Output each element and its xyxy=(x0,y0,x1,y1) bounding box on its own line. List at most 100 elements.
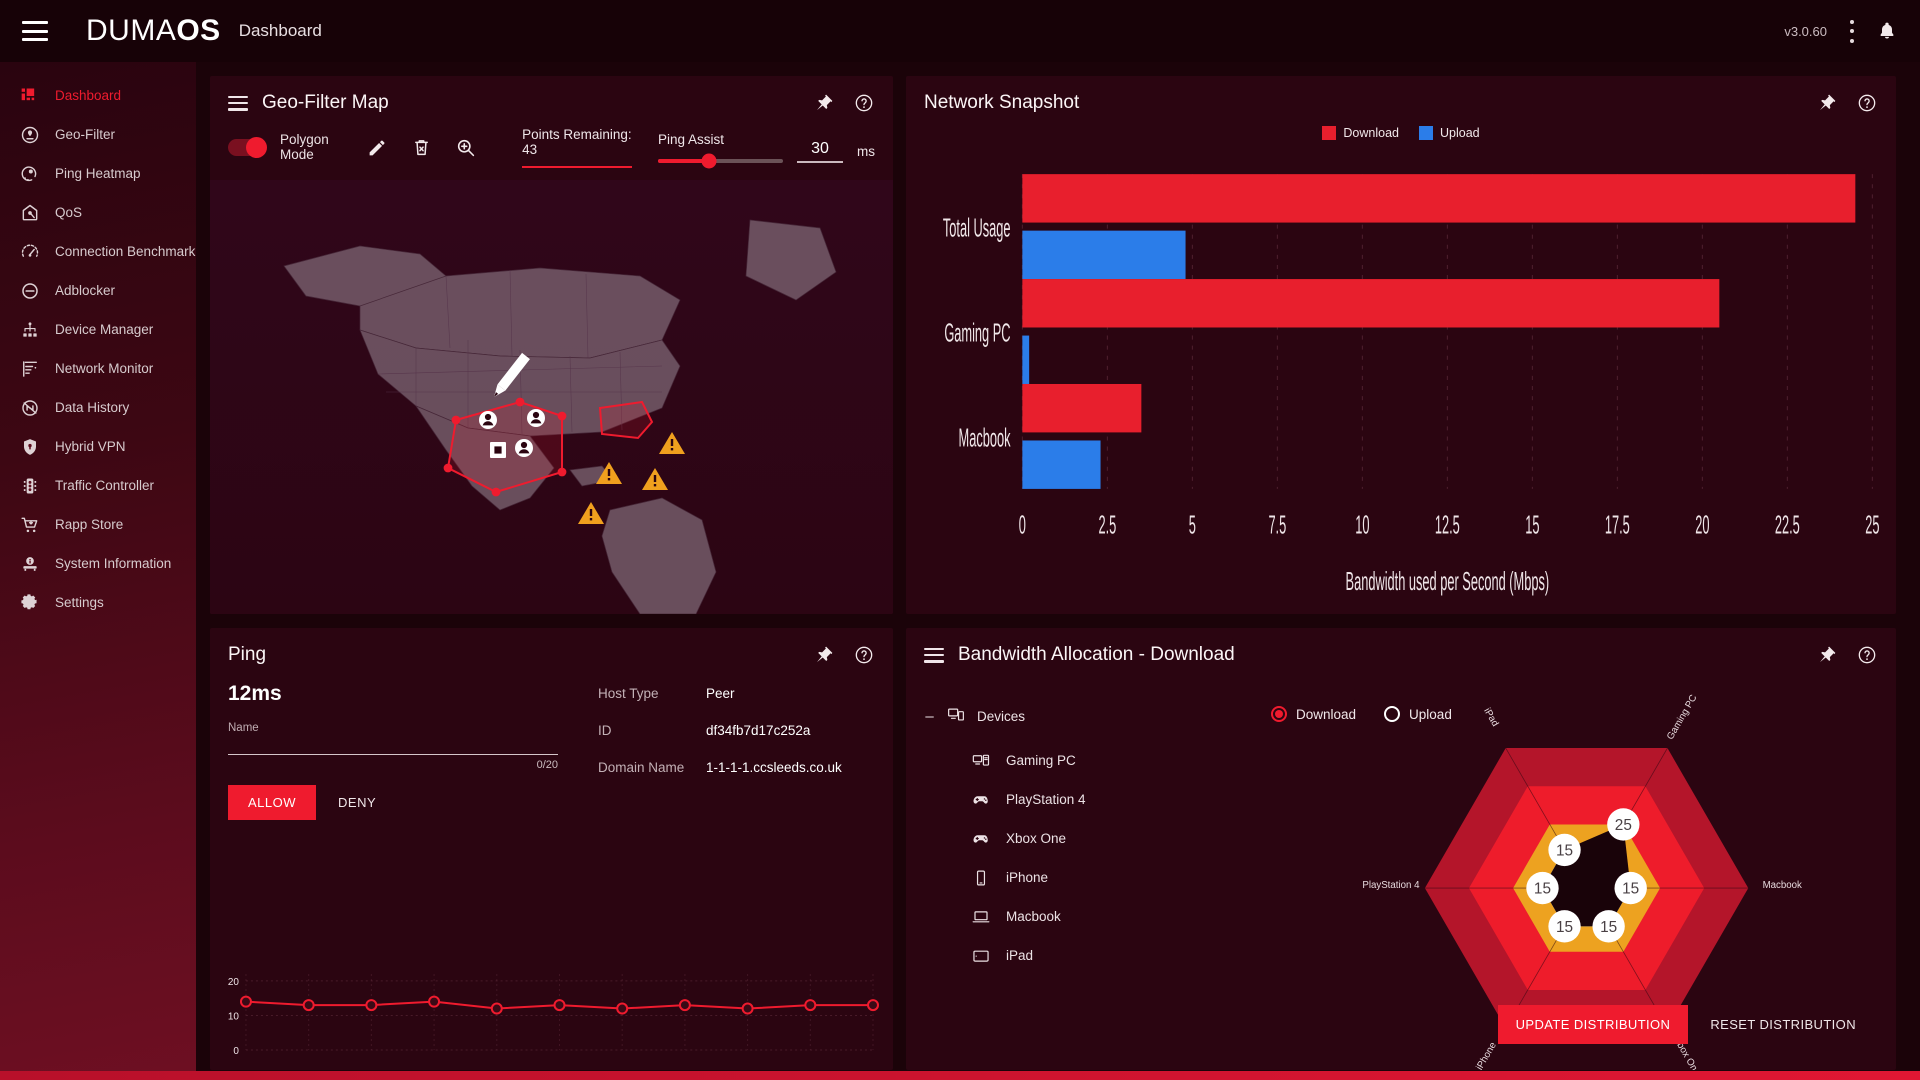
points-remaining-rule xyxy=(522,165,632,168)
deny-button[interactable]: DENY xyxy=(324,785,390,820)
sidebar-item-geo-filter[interactable]: Geo-Filter xyxy=(0,115,196,154)
devices-icon xyxy=(946,706,966,727)
pencil-icon[interactable] xyxy=(366,136,388,158)
bandwidth-action-buttons: UPDATE DISTRIBUTION RESET DISTRIBUTION xyxy=(1497,1005,1868,1044)
bandwidth-allocation-panel: Bandwidth Allocation - Download – Device… xyxy=(906,628,1896,1070)
sidebar-item-qos[interactable]: QoS xyxy=(0,193,196,232)
help-circle-icon[interactable] xyxy=(1856,644,1878,666)
ping-panel: Ping 12ms Name 0/20 ALLOW DENY Host Type… xyxy=(210,628,893,1070)
body-row: Dashboard Geo-Filter Ping Heatmap QoS Co… xyxy=(0,62,1920,1080)
sidebar-item-device-manager[interactable]: Device Manager xyxy=(0,310,196,349)
sidebar-item-hybrid-vpn[interactable]: Hybrid VPN xyxy=(0,427,196,466)
sidebar-item-rapp-store[interactable]: Rapp Store xyxy=(0,505,196,544)
svg-text:0: 0 xyxy=(1019,510,1026,539)
sidebar-item-label: Device Manager xyxy=(55,322,154,337)
update-distribution-button[interactable]: UPDATE DISTRIBUTION xyxy=(1497,1005,1689,1044)
sidebar-item-adblocker[interactable]: Adblocker xyxy=(0,271,196,310)
svg-text:10: 10 xyxy=(228,1011,240,1022)
ping-detail-id: ID df34fb7d17c252a xyxy=(598,723,875,738)
ping-body: 12ms Name 0/20 ALLOW DENY Host Type Peer xyxy=(210,676,893,820)
points-remaining-block: Points Remaining: 43 xyxy=(522,127,632,168)
device-row-ipad[interactable]: iPad xyxy=(924,936,1261,975)
data-history-icon xyxy=(19,397,41,419)
panel-title: Bandwidth Allocation - Download xyxy=(958,644,1235,665)
devices-root-row[interactable]: – Devices xyxy=(924,706,1261,727)
svg-text:5: 5 xyxy=(1189,510,1196,539)
top-bar: DUMAOS Dashboard v3.0.60 xyxy=(0,0,1920,62)
network-snapshot-header-actions xyxy=(1816,92,1878,114)
geofilter-icon xyxy=(19,124,41,146)
device-row-playstation-4[interactable]: PlayStation 4 xyxy=(924,780,1261,819)
sidebar-item-settings[interactable]: Settings xyxy=(0,583,196,622)
sidebar-item-label: Adblocker xyxy=(55,283,116,298)
collapse-toggle[interactable]: – xyxy=(924,709,935,724)
allow-button[interactable]: ALLOW xyxy=(228,785,317,820)
notification-bell-icon[interactable] xyxy=(1876,20,1898,42)
panel-title: Network Snapshot xyxy=(924,92,1080,113)
sidebar-item-dashboard[interactable]: Dashboard xyxy=(0,76,196,115)
ping-detail-host-type: Host Type Peer xyxy=(598,686,875,701)
help-circle-icon[interactable] xyxy=(1856,92,1878,114)
ping-assist-slider-thumb[interactable] xyxy=(701,153,717,168)
gamepad-icon xyxy=(970,791,992,809)
svg-text:25: 25 xyxy=(1615,817,1632,834)
bandwidth-header-actions xyxy=(1816,644,1878,666)
ping-assist-block: Ping Assist 30 ms xyxy=(658,132,875,168)
sidebar-item-data-history[interactable]: Data History xyxy=(0,388,196,427)
ping-name-counter: 0/20 xyxy=(536,759,558,771)
device-label: Macbook xyxy=(1006,909,1061,924)
svg-text:iPad: iPad xyxy=(1481,706,1500,728)
hamburger-icon[interactable] xyxy=(22,21,48,41)
bandwidth-right: Download Upload Gaming PC Macbook Xbox One… xyxy=(1261,690,1896,1070)
device-row-iphone[interactable]: iPhone xyxy=(924,858,1261,897)
sidebar-item-label: System Information xyxy=(55,556,172,571)
help-circle-icon[interactable] xyxy=(853,92,875,114)
ping-heatmap-icon xyxy=(19,163,41,185)
hamburger-icon[interactable] xyxy=(228,95,248,111)
polygon-mode-toggle[interactable] xyxy=(228,136,267,158)
sidebar-item-label: Traffic Controller xyxy=(55,478,155,493)
device-label: Xbox One xyxy=(1006,831,1067,846)
ping-assist-value[interactable]: 30 xyxy=(797,140,843,163)
ping-name-input[interactable] xyxy=(228,754,558,755)
svg-text:Total Usage: Total Usage xyxy=(943,214,1011,243)
ping-assist-slider[interactable] xyxy=(658,153,783,168)
sidebar-item-label: Network Monitor xyxy=(55,361,154,376)
pin-icon[interactable] xyxy=(813,644,835,666)
sidebar-item-network-monitor[interactable]: Network Monitor xyxy=(0,349,196,388)
sidebar-item-connection-benchmark[interactable]: Connection Benchmark xyxy=(0,232,196,271)
pin-icon[interactable] xyxy=(1816,644,1838,666)
svg-text:Macbook: Macbook xyxy=(959,424,1011,453)
kebab-menu-icon[interactable] xyxy=(1849,19,1854,43)
svg-text:15: 15 xyxy=(1525,510,1539,539)
magnifier-plus-icon[interactable] xyxy=(454,136,476,158)
pin-icon[interactable] xyxy=(813,92,835,114)
geo-filter-map-canvas[interactable] xyxy=(210,180,893,614)
geo-filter-header: Geo-Filter Map xyxy=(210,76,893,124)
points-remaining-label: Points Remaining: 43 xyxy=(522,126,632,157)
svg-text:Macbook: Macbook xyxy=(1763,880,1802,891)
qos-icon xyxy=(19,202,41,224)
hamburger-icon[interactable] xyxy=(924,647,944,663)
sidebar-item-system-information[interactable]: System Information xyxy=(0,544,196,583)
legend-item-upload: Upload xyxy=(1418,126,1480,140)
desktop-pc-icon xyxy=(970,752,992,770)
detail-label: ID xyxy=(598,723,612,738)
sidebar-item-traffic-controller[interactable]: Traffic Controller xyxy=(0,466,196,505)
tablet-icon xyxy=(970,947,992,965)
device-row-macbook[interactable]: Macbook xyxy=(924,897,1261,936)
trash-delete-icon[interactable] xyxy=(410,136,432,158)
brand-logo: DUMAOS xyxy=(86,14,221,48)
device-row-xbox-one[interactable]: Xbox One xyxy=(924,819,1261,858)
traffic-light-icon xyxy=(19,475,41,497)
shopping-cart-icon xyxy=(19,514,41,536)
sidebar-item-ping-heatmap[interactable]: Ping Heatmap xyxy=(0,154,196,193)
pin-icon[interactable] xyxy=(1816,92,1838,114)
page-title: Dashboard xyxy=(238,21,322,40)
help-circle-icon[interactable] xyxy=(853,644,875,666)
svg-text:PlayStation 4: PlayStation 4 xyxy=(1362,880,1420,891)
device-row-gaming-pc[interactable]: Gaming PC xyxy=(924,741,1261,780)
svg-text:Bandwidth used per Second (Mbp: Bandwidth used per Second (Mbps) xyxy=(1346,567,1550,596)
polygon-mode-label: Polygon Mode xyxy=(280,132,329,162)
reset-distribution-button[interactable]: RESET DISTRIBUTION xyxy=(1698,1005,1868,1044)
